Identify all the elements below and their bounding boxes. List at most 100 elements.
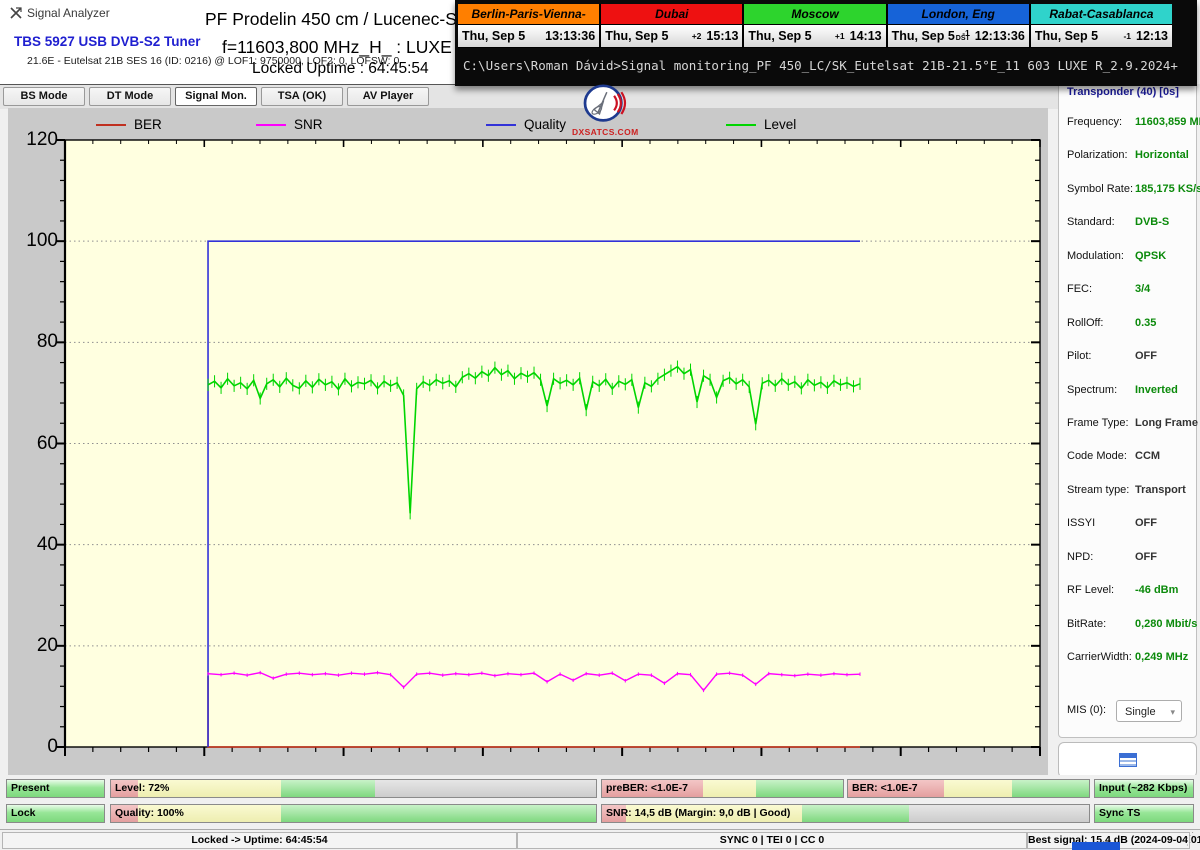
field-value: Inverted bbox=[1135, 383, 1178, 396]
terminal-command: C:\Users\Roman Dávid>Signal monitoring_P… bbox=[463, 58, 1178, 73]
tab-bs-mode[interactable]: BS Mode bbox=[3, 87, 85, 106]
field-spectrum: Spectrum: Inverted bbox=[1059, 384, 1196, 404]
field-label: RF Level: bbox=[1067, 584, 1115, 597]
tab-signal-mon[interactable]: Signal Mon. bbox=[175, 87, 257, 106]
field-label: BitRate: bbox=[1067, 617, 1107, 630]
field-value: OFF bbox=[1135, 550, 1157, 563]
indicator-label: BER: <1.0E-7 bbox=[852, 782, 918, 794]
field-modulation: Modulation: QPSK bbox=[1059, 250, 1196, 270]
field-value: DVB-S bbox=[1135, 216, 1170, 229]
clock-time-row: Thu, Sep 5 -1 12:13 bbox=[1030, 25, 1173, 47]
clock-date: Thu, Sep 5 bbox=[605, 29, 669, 43]
taskbar-peek-window bbox=[1072, 842, 1120, 850]
field-label: Symbol Rate: bbox=[1067, 182, 1134, 195]
transponder-panel-title: Transponder (40) [0s] bbox=[1067, 86, 1179, 98]
indicator-lock: Lock bbox=[6, 804, 105, 823]
clock-london-eng: London, Eng Thu, Sep 5 -1 DST 12:13:36 bbox=[887, 4, 1029, 48]
world-clocks: Berlin-Paris-Vienna-RomaThu, Sep 513:13:… bbox=[458, 4, 1173, 48]
indicator-label: preBER: <1.0E-7 bbox=[606, 782, 688, 794]
clock-city-label: Berlin-Paris-Vienna-Roma bbox=[458, 4, 600, 41]
legend-item-quality: Quality bbox=[486, 117, 566, 132]
field-value: 185,175 KS/s bbox=[1135, 182, 1200, 195]
legend-label: Level bbox=[764, 117, 797, 132]
signal-chart: 0 20 40 60 80 100 120 BER SNR Quality Level bbox=[8, 108, 1048, 775]
field-frequency: Frequency: 11603,859 MHz bbox=[1059, 116, 1200, 136]
mis-dropdown-value: Single bbox=[1125, 706, 1156, 718]
resize-grip[interactable]: ⋰ ⋰ bbox=[1186, 832, 1198, 847]
legend-swatch bbox=[256, 123, 286, 126]
field-label: ISSYI bbox=[1067, 517, 1096, 530]
clock-city-label: Moscow bbox=[744, 4, 886, 25]
tab-tsa-ok[interactable]: TSA (OK) bbox=[261, 87, 343, 106]
field-value: CCM bbox=[1135, 450, 1161, 463]
list-icon bbox=[1118, 753, 1137, 767]
field-label: Spectrum: bbox=[1067, 383, 1118, 396]
clock-city-label: Rabat-Casablanca bbox=[1030, 4, 1173, 25]
gauge-segment-yellow bbox=[703, 780, 757, 797]
clock-utc-offset: +1 bbox=[834, 31, 845, 41]
window-title: Signal Analyzer bbox=[27, 6, 110, 20]
app-icon bbox=[10, 7, 22, 19]
mis-dropdown[interactable]: Single ▾ bbox=[1116, 700, 1182, 722]
tab-dt-mode[interactable]: DT Mode bbox=[89, 87, 171, 106]
indicator-quality: Quality: 100% bbox=[110, 804, 597, 823]
field-label: Polarization: bbox=[1067, 149, 1128, 162]
stream-list-button[interactable] bbox=[1058, 742, 1197, 778]
indicator-label: Lock bbox=[11, 807, 36, 819]
locked-uptime-title: Locked Uptime : 64:45:54 bbox=[252, 60, 429, 77]
clock-date: Thu, Sep 5 bbox=[462, 29, 526, 43]
gauge-segment-green bbox=[280, 805, 596, 822]
clock-time-row: Thu, Sep 5 +1 14:13 bbox=[744, 25, 886, 47]
legend-swatch bbox=[486, 123, 516, 126]
field-bitrate: BitRate: 0,280 Mbit/s bbox=[1059, 617, 1197, 638]
indicator-label: Level: 72% bbox=[115, 782, 170, 794]
field-polarization: Polarization: Horizontal bbox=[1059, 149, 1196, 169]
clock-time: 13:13:36 bbox=[545, 29, 596, 43]
y-axis-label: 80 bbox=[36, 331, 58, 353]
gauge-segment-green bbox=[756, 780, 843, 797]
field-value: 11603,859 MHz bbox=[1135, 116, 1200, 128]
indicator-label: Present bbox=[11, 782, 50, 794]
field-pilot: Pilot: OFF bbox=[1059, 350, 1196, 370]
indicator-label: Sync TS bbox=[1099, 807, 1141, 819]
indicator-snr: SNR: 14,5 dB (Margin: 9,0 dB | Good) bbox=[601, 804, 1090, 823]
field-value: OFF bbox=[1135, 350, 1157, 363]
legend-swatch bbox=[96, 123, 126, 126]
field-label: Code Mode: bbox=[1067, 450, 1127, 463]
legend-swatch bbox=[726, 123, 756, 126]
field-frame-type: Frame Type: Long Frame bbox=[1059, 416, 1198, 437]
gauge-segment-green bbox=[280, 780, 376, 797]
legend-label: BER bbox=[134, 117, 162, 132]
clock-time: 14:13 bbox=[849, 29, 882, 43]
field-label: Frequency: bbox=[1067, 116, 1123, 128]
status-indicator-rows: Present Level: 72% preBER: <1.0E-7 BER: <1.… bbox=[0, 775, 1200, 829]
field-label: Pilot: bbox=[1067, 350, 1092, 363]
field-fec: FEC: 3/4 bbox=[1059, 283, 1196, 303]
field-value: 0,249 MHz bbox=[1135, 651, 1189, 664]
field-rolloff: RollOff: 0.35 bbox=[1059, 317, 1196, 337]
gauge-segment-empty bbox=[908, 805, 1089, 822]
mis-label: MIS (0): bbox=[1067, 704, 1107, 716]
y-axis-label: 120 bbox=[26, 129, 58, 150]
field-label: Stream type: bbox=[1067, 483, 1130, 496]
satellite-dish-icon bbox=[583, 84, 627, 122]
indicator-ber: BER: <1.0E-7 bbox=[847, 779, 1090, 798]
indicator-input-282-kbps: Input (~282 Kbps) bbox=[1094, 779, 1194, 798]
field-rf-level: RF Level: -46 dBm bbox=[1059, 584, 1196, 604]
tab-av-player[interactable]: AV Player bbox=[347, 87, 429, 106]
y-axis-label: 60 bbox=[36, 432, 58, 454]
tab-bar: BS Mode DT Mode Signal Mon. TSA (OK) AV Play… bbox=[0, 84, 1060, 109]
field-value: Long Frame bbox=[1135, 416, 1198, 429]
field-npd: NPD: OFF bbox=[1059, 551, 1196, 571]
field-label: Modulation: bbox=[1067, 249, 1124, 262]
clock-moscow: Moscow Thu, Sep 5 +1 14:13 bbox=[744, 4, 886, 48]
clock-utc-offset: +2 bbox=[691, 31, 702, 41]
clock-time-row: Thu, Sep 5 +2 15:13 bbox=[601, 25, 743, 47]
indicator-label: SNR: 14,5 dB (Margin: 9,0 dB | Good) bbox=[606, 807, 791, 819]
field-value: 3/4 bbox=[1135, 283, 1151, 296]
clock-date: Thu, Sep 5 bbox=[891, 29, 955, 43]
y-axis-label: 0 bbox=[47, 736, 58, 757]
signal-analyzer-screen: Signal Analyzer TBS 5927 USB DVB-S2 Tune… bbox=[0, 0, 1200, 850]
field-label: NPD: bbox=[1067, 550, 1094, 563]
indicator-level: Level: 72% bbox=[110, 779, 597, 798]
